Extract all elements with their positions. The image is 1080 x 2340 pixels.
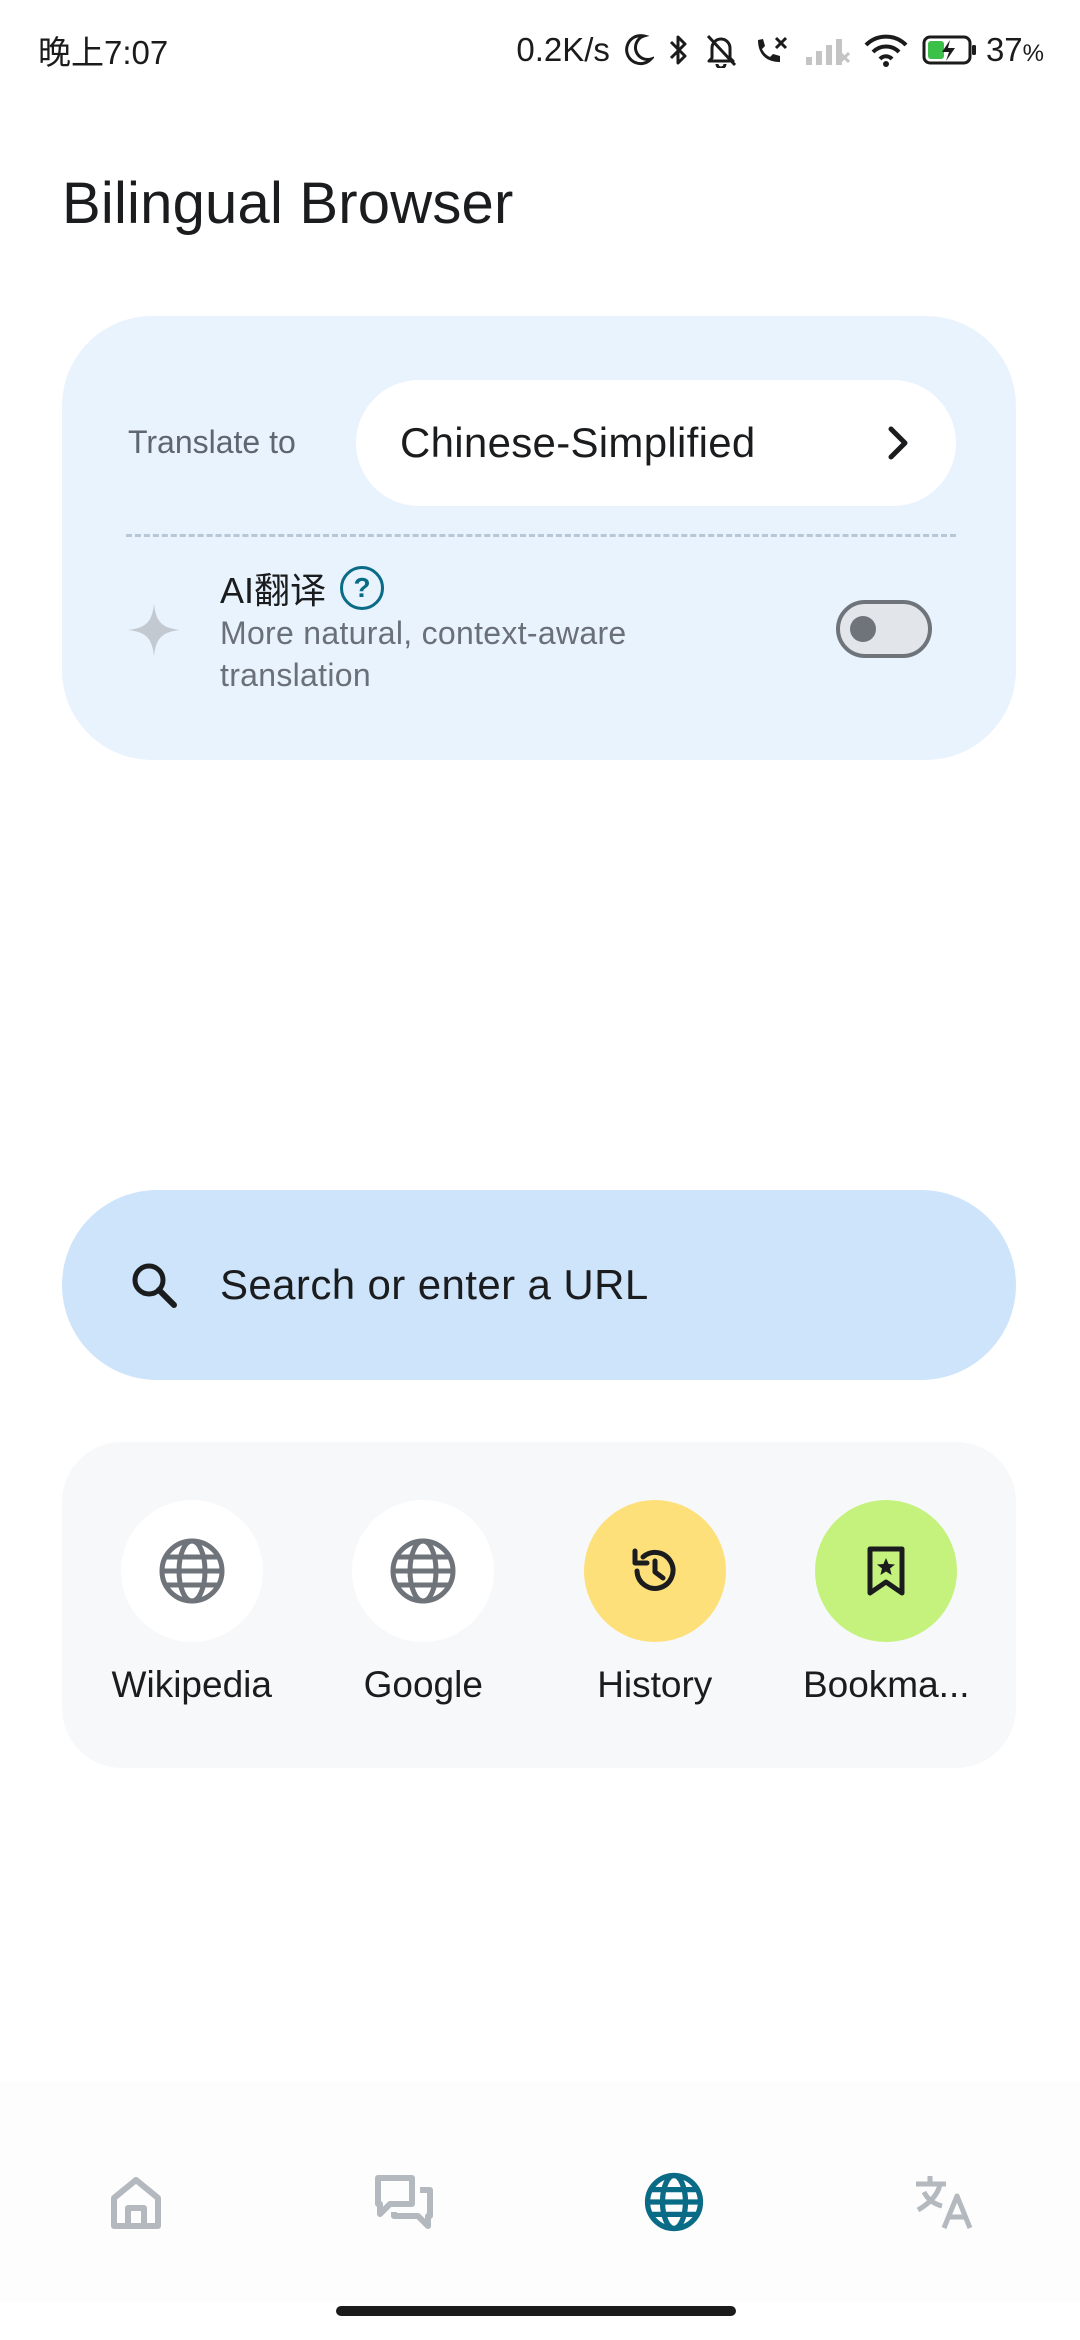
search-icon	[132, 1263, 177, 1308]
battery-charging-icon	[922, 35, 976, 65]
wifi-icon	[864, 34, 908, 67]
status-time: 晚上7:07	[38, 34, 169, 71]
history-icon	[632, 1548, 676, 1591]
shortcut-icon-bg	[583, 1500, 726, 1642]
ai-translate-title: AI翻译	[220, 570, 327, 611]
sparkle-icon	[128, 604, 180, 656]
shortcut-icon-bg	[120, 1500, 263, 1642]
ai-translate-title-row: AI翻译 ?	[220, 562, 385, 614]
status-bar: 晚上7:07 0.2K/s 37%	[0, 0, 1080, 100]
bell-off-icon	[706, 34, 737, 68]
battery: 37%	[922, 31, 1044, 69]
translate-icon	[916, 2176, 973, 2229]
chat-icon	[375, 2175, 433, 2229]
nav-chat[interactable]	[364, 2162, 444, 2242]
home-icon	[111, 2177, 161, 2229]
shortcut-history[interactable]: History	[550, 1500, 760, 1706]
bluetooth-icon	[669, 35, 687, 65]
home-indicator[interactable]	[336, 2306, 736, 2316]
call-off-icon	[757, 36, 787, 62]
bookmark-icon	[867, 1546, 905, 1596]
ai-translate-description: More natural, context-aware translation	[220, 615, 627, 693]
ai-translate-toggle[interactable]	[836, 600, 932, 658]
bottom-nav	[0, 2082, 1080, 2302]
signal-icon	[805, 39, 850, 65]
shortcuts-card: Wikipedia Google History Bookma...	[62, 1442, 1016, 1768]
status-icons: 0.2K/s 37%	[516, 31, 1044, 69]
language-selector[interactable]: Chinese-Simplified	[356, 380, 956, 506]
shortcut-bookmarks[interactable]: Bookma...	[781, 1500, 991, 1706]
shortcut-label: Google	[363, 1664, 483, 1705]
globe-icon	[644, 2172, 704, 2232]
globe-icon	[390, 1538, 456, 1604]
net-speed: 0.2K/s	[516, 31, 610, 68]
search-input[interactable]: Search or enter a URL	[220, 1261, 649, 1309]
help-icon[interactable]: ?	[340, 566, 385, 610]
language-value: Chinese-Simplified	[400, 419, 756, 466]
nav-home[interactable]	[96, 2162, 176, 2242]
shortcut-label: Bookma...	[802, 1664, 970, 1705]
divider	[126, 534, 956, 537]
shortcut-label: History	[597, 1664, 713, 1705]
shortcut-wikipedia[interactable]: Wikipedia	[87, 1500, 297, 1706]
search-bar[interactable]: Search or enter a URL	[62, 1190, 1016, 1380]
screen: 晚上7:07 0.2K/s 37% Bilingual Browser Tran…	[0, 0, 1080, 2340]
shortcut-google[interactable]: Google	[318, 1500, 528, 1706]
nav-translate[interactable]	[904, 2162, 984, 2242]
chevron-right-icon	[888, 426, 908, 460]
moon-icon	[625, 34, 654, 66]
shortcut-label: Wikipedia	[111, 1664, 272, 1705]
translate-to-label: Translate to	[128, 424, 296, 460]
toggle-knob	[850, 616, 876, 642]
nav-browser[interactable]	[634, 2162, 714, 2242]
translate-card: Translate to Chinese-Simplified AI翻译 ? M…	[62, 316, 1016, 760]
shortcut-icon-bg	[352, 1500, 495, 1642]
shortcut-icon-bg	[815, 1500, 958, 1642]
battery-level: 37%	[985, 31, 1044, 68]
globe-icon	[159, 1538, 225, 1604]
page-title: Bilingual Browser	[62, 171, 514, 236]
